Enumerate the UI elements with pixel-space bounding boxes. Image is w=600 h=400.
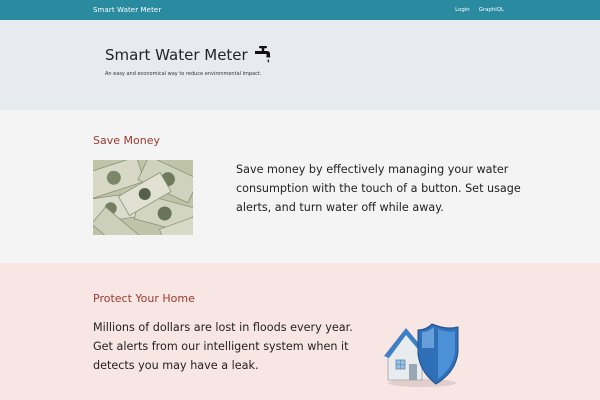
save-money-heading: Save Money [93,134,160,147]
navbar-brand[interactable]: Smart Water Meter [93,0,161,20]
save-money-text: Save money by effectively managing your … [236,163,521,214]
nav-links: Login GraphiQL [455,0,504,20]
nav-login-link[interactable]: Login [455,7,470,13]
page-title: Smart Water Meter [105,46,248,64]
protect-home-section: Protect Your Home Millions of dollars ar… [0,263,600,400]
money-bills-image [93,160,193,235]
protect-home-text: Millions of dollars are lost in floods e… [93,321,353,372]
nav-graphiql-link[interactable]: GraphiQL [479,7,504,13]
faucet-icon [254,46,270,63]
house-shield-image [384,323,459,387]
hero-banner: Smart Water Meter An easy and economical… [0,20,600,110]
hero-title-row: Smart Water Meter [105,45,272,65]
hero-subtitle: An easy and economical way to reduce env… [105,71,262,77]
protect-home-heading: Protect Your Home [93,292,195,305]
navbar: Smart Water Meter Login GraphiQL [0,0,600,20]
save-money-section: Save Money Save money by effectively man… [0,110,600,263]
